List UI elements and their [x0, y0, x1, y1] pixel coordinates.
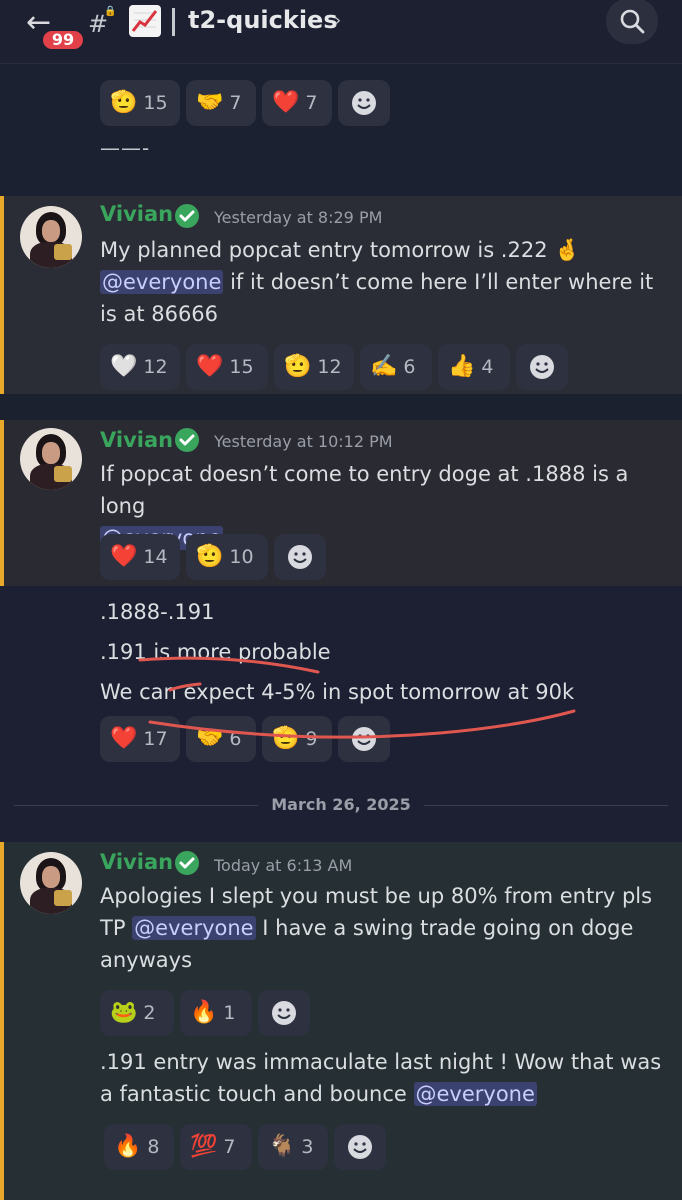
date-divider-line: [14, 805, 258, 806]
thumbs-up-emoji-icon: 👍: [448, 354, 476, 379]
reaction-fire[interactable]: 🔥 8: [104, 1124, 174, 1170]
reaction-salute[interactable]: 🫡 10: [186, 534, 268, 580]
reaction-fire[interactable]: 🔥 1: [180, 990, 252, 1036]
message-text: Apologies I slept you must be up 80% fro…: [100, 884, 653, 972]
message-text: If popcat doesn’t come to entry doge at …: [100, 458, 670, 554]
hundred-emoji-icon: 💯: [190, 1134, 218, 1159]
goat-emoji-icon: 🐐: [268, 1134, 296, 1159]
search-button[interactable]: [606, 0, 658, 44]
heart-emoji-icon: ❤️: [110, 726, 138, 751]
author-name[interactable]: Vivian: [100, 850, 173, 874]
reaction-heart[interactable]: ❤️ 7: [262, 80, 332, 126]
followup-text: .1888-.191 .191 is more probable We can …: [100, 600, 575, 704]
reaction-writing[interactable]: ✍️ 6: [360, 344, 432, 390]
avatar[interactable]: [20, 428, 82, 490]
reaction-heart[interactable]: ❤️ 17: [100, 716, 180, 762]
timestamp: Today at 6:13 AM: [214, 856, 353, 875]
message-3: Vivian Today at 6:13 AM Apologies I slep…: [0, 842, 682, 1200]
reaction-salute[interactable]: 🫡 15: [100, 80, 180, 126]
reaction-salute[interactable]: 🫡 9: [262, 716, 332, 762]
reaction-thumbs-up[interactable]: 👍 4: [438, 344, 510, 390]
mention-everyone[interactable]: @everyone: [100, 270, 224, 294]
add-reaction-icon: [530, 355, 554, 379]
salute-emoji-icon: 🫡: [284, 354, 312, 379]
reaction-handshake[interactable]: 🤝 7: [186, 80, 256, 126]
mention-everyone[interactable]: @everyone: [132, 916, 256, 940]
reaction-handshake[interactable]: 🤝 6: [186, 716, 256, 762]
avatar[interactable]: [20, 852, 82, 914]
add-reaction-button[interactable]: [338, 80, 390, 126]
unread-badge: 99: [40, 28, 86, 52]
message-gap: [0, 394, 682, 420]
reaction-salute[interactable]: 🫡 12: [274, 344, 354, 390]
add-reaction-button[interactable]: [516, 344, 568, 390]
add-reaction-button[interactable]: [258, 990, 310, 1036]
search-icon: [620, 9, 645, 34]
verified-badge-icon: [175, 428, 199, 452]
channel-name[interactable]: t2-quickies: [188, 6, 338, 34]
message-1: Vivian Yesterday at 8:29 PM My planned p…: [0, 196, 682, 394]
add-reaction-button[interactable]: [274, 534, 326, 580]
author-name[interactable]: Vivian: [100, 202, 173, 226]
reaction-goat[interactable]: 🐐 3: [258, 1124, 328, 1170]
reaction-hundred[interactable]: 💯 7: [180, 1124, 252, 1170]
add-reaction-icon: [348, 1135, 372, 1159]
heart-emoji-icon: ❤️: [110, 544, 138, 569]
add-reaction-button[interactable]: [334, 1124, 386, 1170]
fire-emoji-icon: 🔥: [190, 1000, 218, 1025]
message-text: My planned popcat entry tomorrow is .222…: [100, 238, 654, 326]
reaction-count: 7: [229, 92, 242, 114]
message-2: Vivian Yesterday at 10:12 PM If popcat d…: [0, 420, 682, 586]
fire-emoji-icon: 🔥: [114, 1134, 142, 1159]
message-continuation-top: 🫡 15 🤝 7 ❤️ 7 ——-: [0, 64, 682, 196]
chart-up-icon: [129, 5, 161, 37]
salute-emoji-icon: 🫡: [110, 90, 138, 115]
reaction-white-heart[interactable]: 🤍 12: [100, 344, 180, 390]
verified-badge-icon: [175, 204, 199, 228]
date-divider-line: [424, 805, 668, 806]
separator-text: ——-: [100, 136, 151, 160]
handshake-emoji-icon: 🤝: [196, 726, 224, 751]
add-reaction-icon: [352, 727, 376, 751]
salute-emoji-icon: 🫡: [272, 726, 300, 751]
followup-text: .191 entry was immaculate last night ! W…: [100, 1050, 662, 1106]
author-name[interactable]: Vivian: [100, 428, 173, 452]
add-reaction-icon: [272, 1001, 296, 1025]
date-divider: March 26, 2025: [271, 795, 411, 814]
reaction-count: 7: [305, 92, 318, 114]
timestamp: Yesterday at 8:29 PM: [214, 208, 383, 227]
reaction-count: 15: [143, 92, 168, 114]
verified-badge-icon: [175, 851, 199, 875]
add-reaction-button[interactable]: [338, 716, 390, 762]
heart-emoji-icon: ❤️: [272, 90, 300, 115]
header-divider: [172, 8, 175, 36]
salute-emoji-icon: 🫡: [196, 544, 224, 569]
channel-header: ← 99 # 🔒 t2-quickies ›: [0, 0, 682, 64]
add-reaction-icon: [288, 545, 312, 569]
avatar[interactable]: [20, 206, 82, 268]
handshake-emoji-icon: 🤝: [196, 90, 224, 115]
reaction-heart[interactable]: ❤️ 15: [186, 344, 268, 390]
reaction-heart[interactable]: ❤️ 14: [100, 534, 180, 580]
add-reaction-icon: [352, 91, 376, 115]
heart-emoji-icon: ❤️: [196, 354, 224, 379]
pepe-emoji-icon: 🐸: [110, 1000, 138, 1025]
timestamp: Yesterday at 10:12 PM: [214, 432, 393, 451]
lock-icon: 🔒: [104, 6, 117, 17]
writing-hand-emoji-icon: ✍️: [370, 354, 398, 379]
mention-everyone[interactable]: @everyone: [413, 1082, 537, 1106]
white-heart-emoji-icon: 🤍: [110, 354, 138, 379]
chevron-right-icon[interactable]: ›: [334, 10, 341, 31]
reaction-pepe[interactable]: 🐸 2: [100, 990, 174, 1036]
